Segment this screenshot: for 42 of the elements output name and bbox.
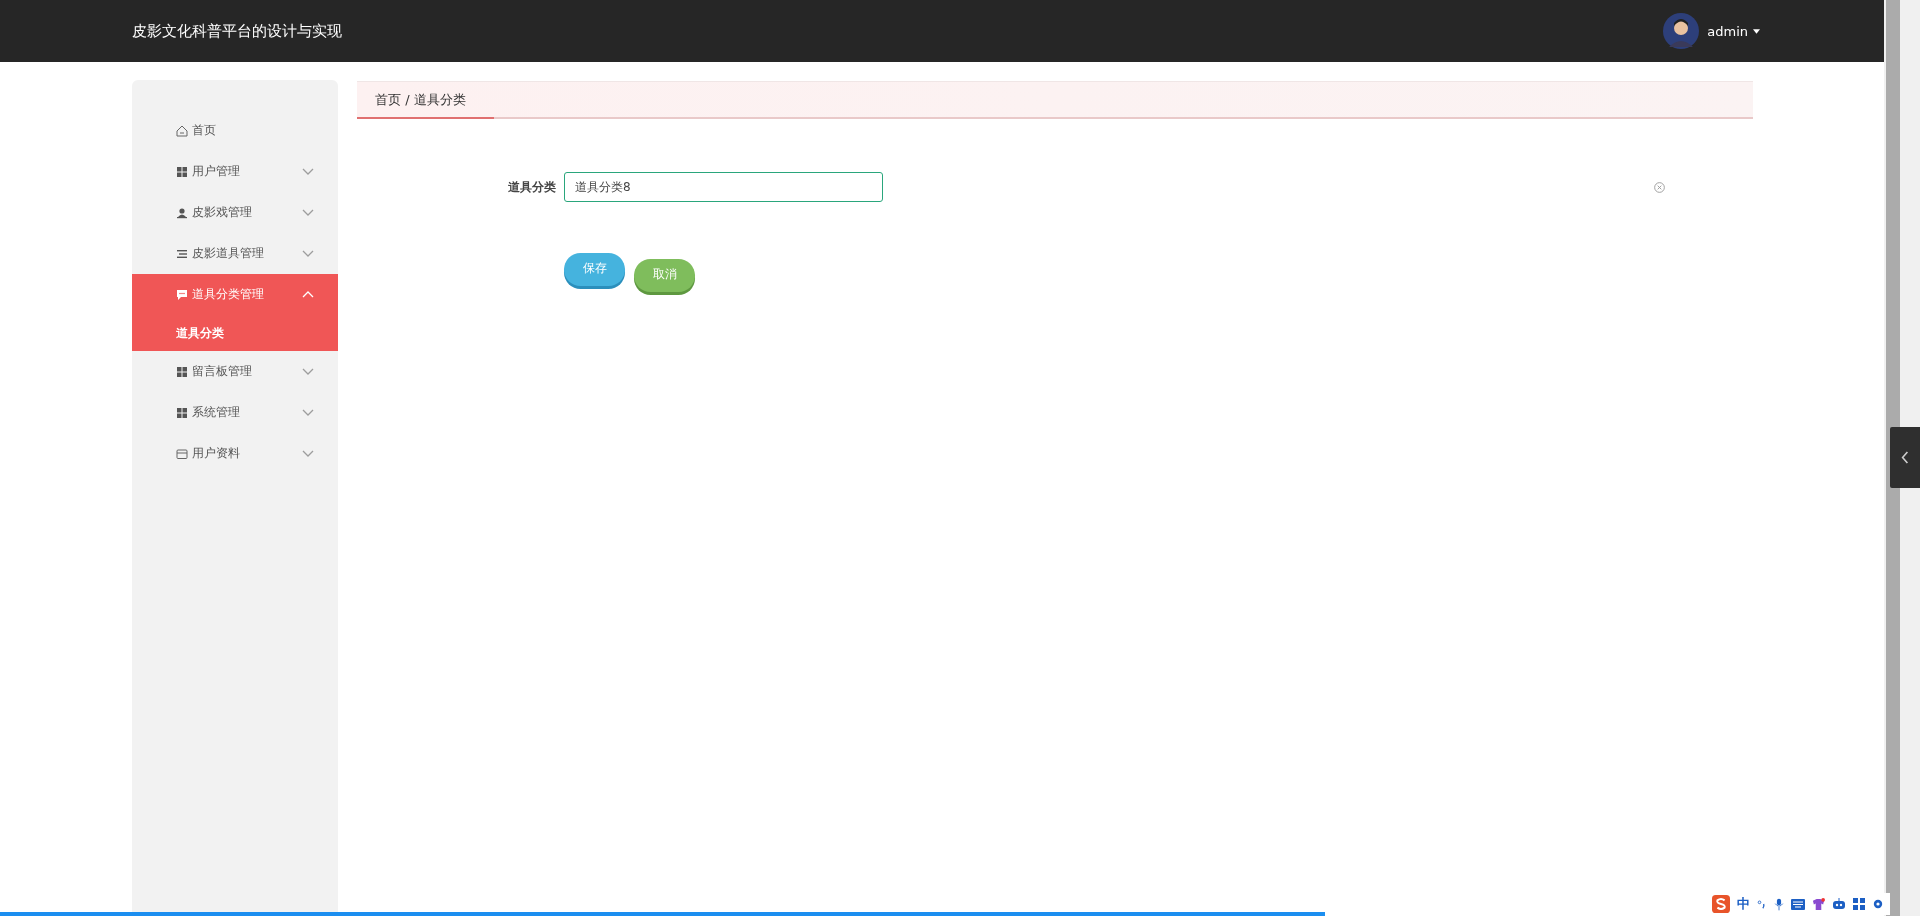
input-field[interactable]: 道具分类8 (564, 172, 883, 202)
menu-item[interactable]: 系统管理 (132, 392, 338, 433)
menu-label: 用户资料 (192, 445, 241, 462)
menu-label: 首页 (192, 122, 217, 139)
caret-icon[interactable] (1753, 28, 1760, 34)
menu-item[interactable]: 用户管理 (132, 151, 338, 192)
menu-label: 道具分类管理 (192, 286, 265, 303)
scrollbar[interactable] (1884, 0, 1920, 916)
grid-icon (176, 406, 188, 419)
site-title: 皮影文化科普平台的设计与实现 (132, 21, 342, 41)
home-icon (176, 124, 188, 137)
chevron-left-icon (1901, 451, 1909, 464)
chat-bubble-icon (176, 288, 188, 301)
side-panel-toggle[interactable] (1890, 427, 1920, 488)
keyboard-icon[interactable] (1791, 898, 1805, 910)
settings-icon[interactable] (1872, 898, 1884, 910)
menu-item[interactable]: 留言板管理 (132, 351, 338, 392)
list-icon (176, 247, 188, 260)
user-name[interactable]: admin (1707, 23, 1748, 39)
grid-icon (176, 365, 188, 378)
menu-item[interactable]: 皮影戏管理 (132, 192, 338, 233)
menu-item[interactable]: 皮影道具管理 (132, 233, 338, 274)
menu-label: 留言板管理 (192, 363, 253, 380)
menu-label: 用户管理 (192, 163, 241, 180)
menu-label: 皮影道具管理 (192, 245, 265, 262)
menu-label: 皮影戏管理 (192, 204, 253, 221)
menu-item[interactable]: 用户资料 (132, 433, 338, 474)
shirt-icon[interactable] (1812, 897, 1825, 911)
field-label: 道具分类 (507, 178, 556, 196)
grid-icon (176, 165, 188, 178)
ime-mode[interactable]: 中 (1737, 895, 1750, 913)
card-icon (176, 447, 188, 460)
breadcrumb: 首页 / 道具分类 (374, 91, 466, 109)
microphone-icon[interactable] (1774, 897, 1784, 911)
menu-label: 系统管理 (192, 404, 241, 421)
person-icon (176, 206, 188, 219)
avatar-icon[interactable] (1663, 13, 1700, 49)
menu-item[interactable]: 首页 (132, 110, 338, 151)
ime-logo-icon[interactable] (1712, 895, 1730, 913)
robot-icon[interactable] (1832, 898, 1846, 910)
grid-icon[interactable] (1853, 898, 1865, 910)
punctuation-icon[interactable] (1757, 899, 1767, 909)
